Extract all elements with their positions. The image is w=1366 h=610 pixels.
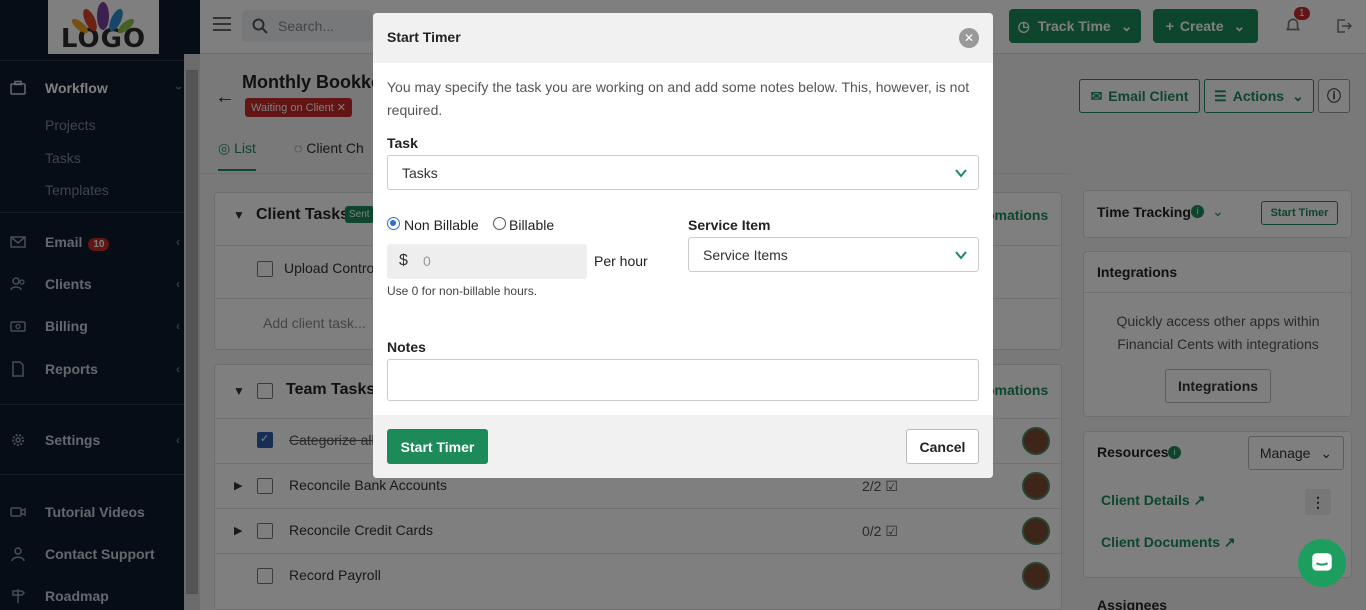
task-select-value: Tasks [402,165,438,181]
chat-launcher-button[interactable] [1298,539,1346,587]
hourly-rate-field[interactable]: $ 0 [387,244,587,279]
per-hour-label: Per hour [594,253,648,269]
rate-help-text: Use 0 for non-billable hours. [387,284,538,298]
service-item-value: Service Items [703,247,788,263]
task-label: Task [387,135,418,151]
task-select[interactable]: Tasks [387,155,979,190]
chat-icon [1312,553,1332,571]
close-icon[interactable]: ✕ [959,28,979,48]
hourly-rate-input[interactable]: 0 [423,253,431,269]
non-billable-radio[interactable] [387,217,400,230]
service-item-select[interactable]: Service Items [688,237,979,272]
modal-title: Start Timer [387,29,461,45]
notes-textarea[interactable] [387,359,979,401]
modal-intro-text: You may specify the task you are working… [387,79,970,118]
chevron-down-icon [955,169,967,178]
non-billable-label[interactable]: Non Billable [404,217,479,233]
billable-label[interactable]: Billable [509,217,554,233]
cancel-button[interactable]: Cancel [906,429,979,464]
chevron-down-icon [955,251,967,260]
start-timer-submit-button[interactable]: Start Timer [387,429,488,464]
currency-symbol: $ [399,252,408,269]
start-timer-modal: Start Timer ✕ You may specify the task y… [373,13,993,478]
modal-header: Start Timer ✕ [373,13,993,63]
service-item-label: Service Item [688,217,771,233]
billable-radio[interactable] [493,217,506,230]
modal-footer: Start Timer Cancel [373,415,993,478]
notes-label: Notes [387,339,426,355]
